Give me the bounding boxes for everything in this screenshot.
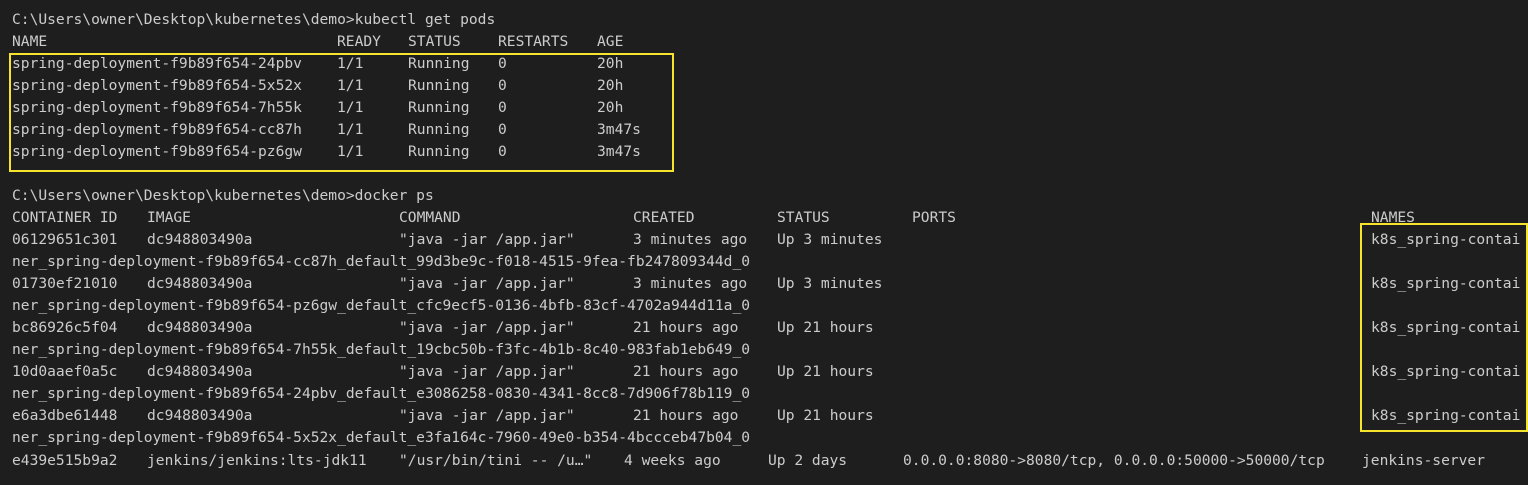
container-status: Up 3 minutes (777, 231, 883, 248)
pod-name: spring-deployment-f9b89f654-5x52x (12, 77, 302, 94)
container-created: 21 hours ago (633, 407, 739, 424)
pod-name: spring-deployment-f9b89f654-7h55k (12, 99, 302, 116)
pods-header-age: AGE (597, 33, 624, 50)
container-created: 21 hours ago (633, 363, 739, 380)
container-image: dc948803490a (147, 319, 253, 336)
docker-header-names: NAMES (1371, 209, 1415, 226)
pod-status: Running (408, 143, 470, 160)
pod-age: 3m47s (597, 143, 641, 160)
container-created: 21 hours ago (633, 319, 739, 336)
docker-header-command: COMMAND (399, 209, 461, 226)
container-status: Up 2 days (768, 452, 848, 469)
container-name-wrap: ner_spring-deployment-f9b89f654-24pbv_de… (12, 385, 751, 402)
container-id: 01730ef21010 (12, 275, 118, 292)
container-name: k8s_spring-contai (1371, 319, 1521, 336)
container-name: jenkins-server (1362, 452, 1486, 469)
container-name-wrap: ner_spring-deployment-f9b89f654-pz6gw_de… (12, 297, 751, 314)
pods-header-status: STATUS (408, 33, 461, 50)
pods-header-ready: READY (337, 33, 381, 50)
container-id: bc86926c5f04 (12, 319, 118, 336)
pod-restarts: 0 (498, 99, 507, 116)
container-name: k8s_spring-contai (1371, 407, 1521, 424)
container-name-wrap: ner_spring-deployment-f9b89f654-cc87h_de… (12, 253, 751, 270)
container-image: dc948803490a (147, 407, 253, 424)
container-name-wrap: ner_spring-deployment-f9b89f654-5x52x_de… (12, 429, 751, 446)
pod-restarts: 0 (498, 55, 507, 72)
pod-name: spring-deployment-f9b89f654-pz6gw (12, 143, 302, 160)
pod-restarts: 0 (498, 143, 507, 160)
container-image: jenkins/jenkins:lts-jdk11 (147, 452, 367, 469)
pods-header-restarts: RESTARTS (498, 33, 569, 50)
pod-ready: 1/1 (337, 121, 364, 138)
docker-header-created: CREATED (633, 209, 695, 226)
docker-header-ports: PORTS (912, 209, 956, 226)
container-command: "/usr/bin/tini -- /u…" (399, 452, 593, 469)
pod-ready: 1/1 (337, 143, 364, 160)
container-created: 3 minutes ago (633, 231, 748, 248)
container-name: k8s_spring-contai (1371, 231, 1521, 248)
pod-name: spring-deployment-f9b89f654-cc87h (12, 121, 302, 138)
container-ports: 0.0.0.0:8080->8080/tcp, 0.0.0.0:50000->5… (903, 452, 1325, 469)
pod-status: Running (408, 99, 470, 116)
container-image: dc948803490a (147, 231, 253, 248)
container-image: dc948803490a (147, 363, 253, 380)
container-name: k8s_spring-contai (1371, 363, 1521, 380)
pods-header-name: NAME (12, 33, 48, 50)
container-command: "java -jar /app.jar" (399, 363, 575, 380)
pod-age: 20h (597, 77, 624, 94)
pod-name: spring-deployment-f9b89f654-24pbv (12, 55, 302, 72)
pod-restarts: 0 (498, 77, 507, 94)
container-command: "java -jar /app.jar" (399, 407, 575, 424)
terminal-window[interactable]: C:\Users\owner\Desktop\kubernetes\demo>k… (0, 0, 1528, 485)
pod-age: 20h (597, 99, 624, 116)
pod-age: 20h (597, 55, 624, 72)
container-created: 3 minutes ago (633, 275, 748, 292)
pod-status: Running (408, 77, 470, 94)
container-id: 10d0aaef0a5c (12, 363, 118, 380)
command-prompt-docker: C:\Users\owner\Desktop\kubernetes\demo>d… (12, 187, 434, 204)
container-status: Up 3 minutes (777, 275, 883, 292)
container-name: k8s_spring-contai (1371, 275, 1521, 292)
docker-header-status: STATUS (777, 209, 830, 226)
pod-ready: 1/1 (337, 55, 364, 72)
container-id: 06129651c301 (12, 231, 118, 248)
command-prompt-kubectl: C:\Users\owner\Desktop\kubernetes\demo>k… (12, 11, 496, 28)
container-id: e439e515b9a2 (12, 452, 118, 469)
container-created: 4 weeks ago (624, 452, 721, 469)
container-command: "java -jar /app.jar" (399, 319, 575, 336)
container-status: Up 21 hours (777, 319, 874, 336)
pod-ready: 1/1 (337, 99, 364, 116)
container-name-wrap: ner_spring-deployment-f9b89f654-7h55k_de… (12, 341, 751, 358)
container-status: Up 21 hours (777, 363, 874, 380)
pod-restarts: 0 (498, 121, 507, 138)
container-command: "java -jar /app.jar" (399, 275, 575, 292)
pod-status: Running (408, 121, 470, 138)
docker-header-container-id: CONTAINER ID (12, 209, 118, 226)
container-status: Up 21 hours (777, 407, 874, 424)
docker-header-image: IMAGE (147, 209, 191, 226)
container-id: e6a3dbe61448 (12, 407, 118, 424)
container-image: dc948803490a (147, 275, 253, 292)
pod-age: 3m47s (597, 121, 641, 138)
container-command: "java -jar /app.jar" (399, 231, 575, 248)
pod-status: Running (408, 55, 470, 72)
pod-ready: 1/1 (337, 77, 364, 94)
